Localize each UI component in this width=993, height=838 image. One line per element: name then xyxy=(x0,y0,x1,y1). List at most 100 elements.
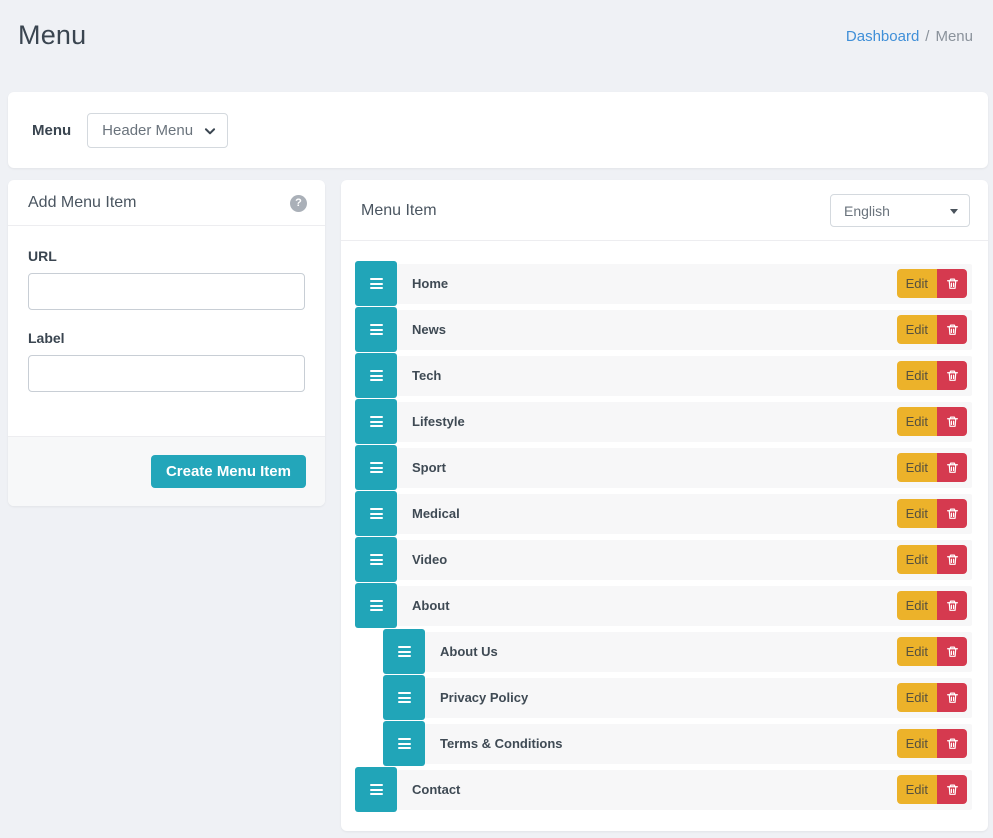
trash-icon xyxy=(946,507,959,521)
page-header: Menu Dashboard/Menu xyxy=(0,0,993,90)
drag-handle[interactable] xyxy=(355,399,397,444)
menu-select-value: Header Menu xyxy=(102,122,193,139)
menu-filter-card: Menu Header Menu xyxy=(8,92,988,168)
drag-handle[interactable] xyxy=(355,445,397,490)
drag-handle[interactable] xyxy=(355,767,397,812)
delete-button[interactable] xyxy=(937,269,967,298)
drag-handle[interactable] xyxy=(383,721,425,766)
add-menu-item-panel: Add Menu Item ? URL Label Create Menu It… xyxy=(8,180,325,506)
menu-item-row: News Edit xyxy=(355,307,972,352)
delete-button[interactable] xyxy=(937,591,967,620)
edit-button[interactable]: Edit xyxy=(897,361,937,390)
hamburger-icon xyxy=(370,416,383,418)
delete-button[interactable] xyxy=(937,453,967,482)
delete-button[interactable] xyxy=(937,361,967,390)
trash-icon xyxy=(946,415,959,429)
menu-item-row: Contact Edit xyxy=(355,767,972,812)
delete-button[interactable] xyxy=(937,683,967,712)
add-panel-form: URL Label xyxy=(8,226,325,436)
edit-button[interactable]: Edit xyxy=(897,591,937,620)
drag-handle[interactable] xyxy=(355,353,397,398)
url-label: URL xyxy=(28,248,305,264)
drag-handle[interactable] xyxy=(355,307,397,352)
label-input[interactable] xyxy=(28,355,305,392)
menu-item-label: Lifestyle xyxy=(412,414,465,429)
language-select[interactable]: English xyxy=(830,194,970,227)
hamburger-icon xyxy=(398,738,411,740)
menu-panel-header: Menu Item English xyxy=(341,180,988,241)
drag-handle[interactable] xyxy=(355,583,397,628)
add-panel-header: Add Menu Item ? xyxy=(8,180,325,226)
edit-button[interactable]: Edit xyxy=(897,545,937,574)
menu-item-label: Sport xyxy=(412,460,446,475)
menu-item-label: About Us xyxy=(440,644,498,659)
add-panel-title: Add Menu Item xyxy=(28,194,137,212)
delete-button[interactable] xyxy=(937,499,967,528)
edit-button[interactable]: Edit xyxy=(897,683,937,712)
edit-button[interactable]: Edit xyxy=(897,407,937,436)
menu-item-label: Video xyxy=(412,552,447,567)
breadcrumb: Dashboard/Menu xyxy=(846,20,973,45)
trash-icon xyxy=(946,645,959,659)
drag-handle[interactable] xyxy=(383,675,425,720)
trash-icon xyxy=(946,599,959,613)
help-icon[interactable]: ? xyxy=(290,195,307,212)
edit-button[interactable]: Edit xyxy=(897,775,937,804)
label-label: Label xyxy=(28,330,305,346)
menu-item-row: Privacy Policy Edit xyxy=(383,675,972,720)
menu-item-row: Lifestyle Edit xyxy=(355,399,972,444)
drag-handle[interactable] xyxy=(355,261,397,306)
trash-icon xyxy=(946,691,959,705)
menu-item-label: Tech xyxy=(412,368,441,383)
menu-item-row: Tech Edit xyxy=(355,353,972,398)
trash-icon xyxy=(946,553,959,567)
drag-handle[interactable] xyxy=(355,537,397,582)
edit-button[interactable]: Edit xyxy=(897,637,937,666)
url-input[interactable] xyxy=(28,273,305,310)
hamburger-icon xyxy=(370,370,383,372)
add-panel-footer: Create Menu Item xyxy=(8,436,325,506)
delete-button[interactable] xyxy=(937,315,967,344)
edit-button[interactable]: Edit xyxy=(897,453,937,482)
menu-item-row: Terms & Conditions Edit xyxy=(383,721,972,766)
menu-item-row: Medical Edit xyxy=(355,491,972,536)
menu-item-row: About Edit xyxy=(355,583,972,628)
menu-item-label: About xyxy=(412,598,450,613)
edit-button[interactable]: Edit xyxy=(897,269,937,298)
create-menu-item-button[interactable]: Create Menu Item xyxy=(151,455,306,488)
edit-button[interactable]: Edit xyxy=(897,315,937,344)
hamburger-icon xyxy=(370,278,383,280)
drag-handle[interactable] xyxy=(355,491,397,536)
edit-button[interactable]: Edit xyxy=(897,729,937,758)
hamburger-icon xyxy=(370,784,383,786)
drag-handle[interactable] xyxy=(383,629,425,674)
menu-item-list: Home Edit News Ed xyxy=(341,241,988,831)
trash-icon xyxy=(946,461,959,475)
hamburger-icon xyxy=(370,600,383,602)
menu-item-panel: Menu Item English Home Edit xyxy=(341,180,988,831)
hamburger-icon xyxy=(398,646,411,648)
delete-button[interactable] xyxy=(937,729,967,758)
delete-button[interactable] xyxy=(937,637,967,666)
delete-button[interactable] xyxy=(937,407,967,436)
breadcrumb-current: Menu xyxy=(935,28,973,45)
menu-filter-label: Menu xyxy=(32,122,71,139)
trash-icon xyxy=(946,277,959,291)
delete-button[interactable] xyxy=(937,545,967,574)
hamburger-icon xyxy=(370,324,383,326)
edit-button[interactable]: Edit xyxy=(897,499,937,528)
breadcrumb-dashboard-link[interactable]: Dashboard xyxy=(846,28,919,45)
caret-down-icon xyxy=(950,209,958,214)
menu-item-label: Privacy Policy xyxy=(440,690,528,705)
menu-item-label: Terms & Conditions xyxy=(440,736,563,751)
menu-item-row: Video Edit xyxy=(355,537,972,582)
trash-icon xyxy=(946,783,959,797)
hamburger-icon xyxy=(370,462,383,464)
menu-item-row: Sport Edit xyxy=(355,445,972,490)
delete-button[interactable] xyxy=(937,775,967,804)
trash-icon xyxy=(946,369,959,383)
trash-icon xyxy=(946,737,959,751)
hamburger-icon xyxy=(370,508,383,510)
menu-item-label: News xyxy=(412,322,446,337)
menu-select[interactable]: Header Menu xyxy=(87,113,228,148)
